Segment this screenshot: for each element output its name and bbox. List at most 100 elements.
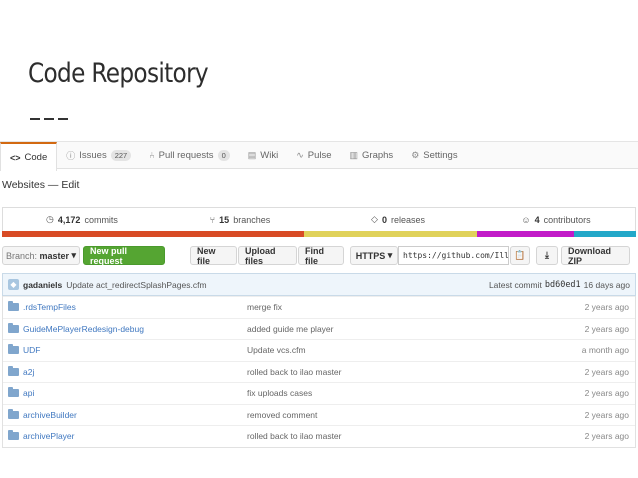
branches-stat[interactable]: ⑂ 15 branches	[161, 208, 319, 231]
file-name-cell[interactable]: archivePlayer	[3, 430, 247, 441]
tab-settings[interactable]: ⚙ Settings	[402, 142, 466, 168]
commit-message[interactable]: Update act_redirectSplashPages.cfm	[66, 280, 206, 290]
file-navigation: Branch: master ▾ New pull request New fi…	[2, 246, 636, 266]
title-underline	[30, 118, 68, 120]
table-row: archivePlayer rolled back to ilao master…	[3, 425, 635, 447]
pull-requests-count-badge: 0	[217, 149, 230, 161]
commits-label: commits	[84, 214, 118, 225]
tab-pull-requests[interactable]: ⑃ Pull requests 0	[140, 142, 239, 168]
folder-icon	[8, 408, 19, 419]
issue-icon: ⓘ	[66, 150, 76, 161]
commit-author[interactable]: gadaniels	[23, 280, 62, 290]
folder-name[interactable]: archivePlayer	[23, 431, 75, 441]
contributors-stat[interactable]: ☺ 4 contributors	[477, 208, 635, 231]
tab-wiki[interactable]: ▤ Wiki	[239, 142, 287, 168]
language-bar[interactable]	[2, 231, 636, 237]
open-desktop-button[interactable]: ⤓	[536, 246, 558, 265]
tab-label: Wiki	[260, 149, 279, 161]
file-name-cell[interactable]: GuideMePlayerRedesign-debug	[3, 322, 247, 334]
language-segment	[574, 231, 636, 237]
folder-icon	[8, 301, 19, 312]
file-age: a month ago	[581, 345, 629, 356]
folder-name[interactable]: .rdsTempFiles	[23, 302, 76, 312]
file-commit-message[interactable]: fix uploads cases	[247, 388, 545, 398]
language-segment	[304, 231, 477, 237]
repo-stats: ◷ 4,172 commits ⑂ 15 branches ◇ 0 releas…	[2, 207, 636, 231]
book-icon: ▤	[247, 149, 257, 160]
upload-files-button[interactable]: Upload files	[238, 246, 297, 266]
folder-icon	[8, 430, 19, 441]
file-list: .rdsTempFiles merge fix 2 years ago Guid…	[2, 296, 636, 448]
desktop-download-icon: ⤓	[545, 250, 549, 260]
contributors-count: 4	[534, 214, 540, 225]
tab-graphs[interactable]: ▥ Graphs	[341, 142, 403, 168]
graph-icon: ▥	[349, 149, 359, 160]
file-commit-message[interactable]: removed comment	[247, 410, 545, 420]
file-age: 2 years ago	[584, 388, 629, 399]
clone-url-input[interactable]: https://github.com/Illi	[398, 246, 509, 265]
file-commit-message[interactable]: added guide me player	[247, 324, 545, 334]
folder-icon	[8, 322, 19, 333]
commit-meta: Latest commit bd60ed1 16 days ago	[489, 280, 630, 290]
repo-description: Websites — Edit	[2, 179, 80, 191]
branch-select-button[interactable]: Branch: master ▾	[2, 246, 80, 265]
file-name-cell[interactable]: archiveBuilder	[3, 408, 247, 420]
releases-count: 0	[381, 214, 387, 225]
file-name-cell[interactable]: api	[3, 387, 247, 398]
branches-count: 15	[219, 214, 230, 225]
file-commit-message[interactable]: merge fix	[247, 302, 545, 312]
file-commit-message[interactable]: rolled back to ilao master	[247, 431, 545, 441]
tab-issues[interactable]: ⓘ Issues 227	[57, 142, 140, 168]
commit-sha[interactable]: bd60ed1	[545, 280, 581, 290]
tab-pulse[interactable]: ∿ Pulse	[287, 142, 340, 168]
folder-name[interactable]: archiveBuilder	[23, 410, 77, 420]
table-row: .rdsTempFiles merge fix 2 years ago	[3, 296, 635, 318]
table-row: GuideMePlayerRedesign-debug added guide …	[3, 317, 635, 340]
folder-name[interactable]: a2j	[23, 367, 34, 377]
protocol-select-button[interactable]: HTTPS ▾	[350, 246, 398, 265]
file-age: 2 years ago	[584, 302, 629, 313]
commits-stat[interactable]: ◷ 4,172 commits	[3, 208, 161, 231]
download-zip-button[interactable]: Download ZIP	[561, 246, 630, 266]
file-name-cell[interactable]: a2j	[3, 365, 247, 377]
file-commit-message[interactable]: rolled back to ilao master	[247, 367, 545, 377]
releases-label: releases	[390, 214, 425, 225]
tab-label: Pulse	[307, 149, 332, 161]
language-segment	[2, 231, 304, 237]
table-row: UDF Update vcs.cfm a month ago	[3, 339, 635, 361]
folder-name[interactable]: UDF	[23, 345, 40, 355]
code-icon: <>	[10, 152, 21, 163]
pull-request-icon: ⑃	[149, 150, 155, 160]
protocol-label: HTTPS	[355, 250, 386, 261]
folder-name[interactable]: api	[23, 388, 34, 398]
repo-tabs: <> Code ⓘ Issues 227 ⑃ Pull requests 0 ▤…	[0, 141, 638, 171]
branch-prefix: Branch:	[5, 250, 37, 261]
contributors-label: contributors	[543, 214, 591, 225]
find-file-button[interactable]: Find file	[298, 246, 344, 266]
clipboard-icon: 📋	[514, 250, 526, 260]
tab-label: Settings	[423, 149, 458, 161]
tab-label: Code	[24, 152, 48, 163]
pulse-icon: ∿	[296, 149, 304, 160]
new-file-button[interactable]: New file	[190, 246, 237, 266]
folder-icon	[8, 365, 19, 376]
releases-stat[interactable]: ◇ 0 releases	[319, 208, 477, 231]
folder-name[interactable]: GuideMePlayerRedesign-debug	[23, 324, 144, 334]
issues-count-badge: 227	[110, 149, 132, 161]
file-age: 2 years ago	[584, 323, 629, 334]
new-pull-request-button[interactable]: New pull request	[83, 246, 165, 266]
history-icon: ◷	[46, 214, 54, 224]
file-name-cell[interactable]: .rdsTempFiles	[3, 301, 247, 312]
file-commit-message[interactable]: Update vcs.cfm	[247, 345, 545, 355]
caret-down-icon: ▾	[71, 250, 77, 260]
file-age: 2 years ago	[584, 366, 629, 377]
tab-code[interactable]: <> Code	[0, 142, 58, 171]
copy-clipboard-button[interactable]: 📋	[510, 246, 530, 265]
commit-age: 16 days ago	[583, 279, 630, 290]
latest-commit-bar: ◆ gadaniels Update act_redirectSplashPag…	[2, 273, 636, 296]
tab-label: Issues	[79, 149, 107, 161]
avatar[interactable]: ◆	[8, 279, 19, 290]
table-row: a2j rolled back to ilao master 2 years a…	[3, 360, 635, 383]
file-name-cell[interactable]: UDF	[3, 344, 247, 355]
tag-icon: ◇	[371, 214, 378, 224]
